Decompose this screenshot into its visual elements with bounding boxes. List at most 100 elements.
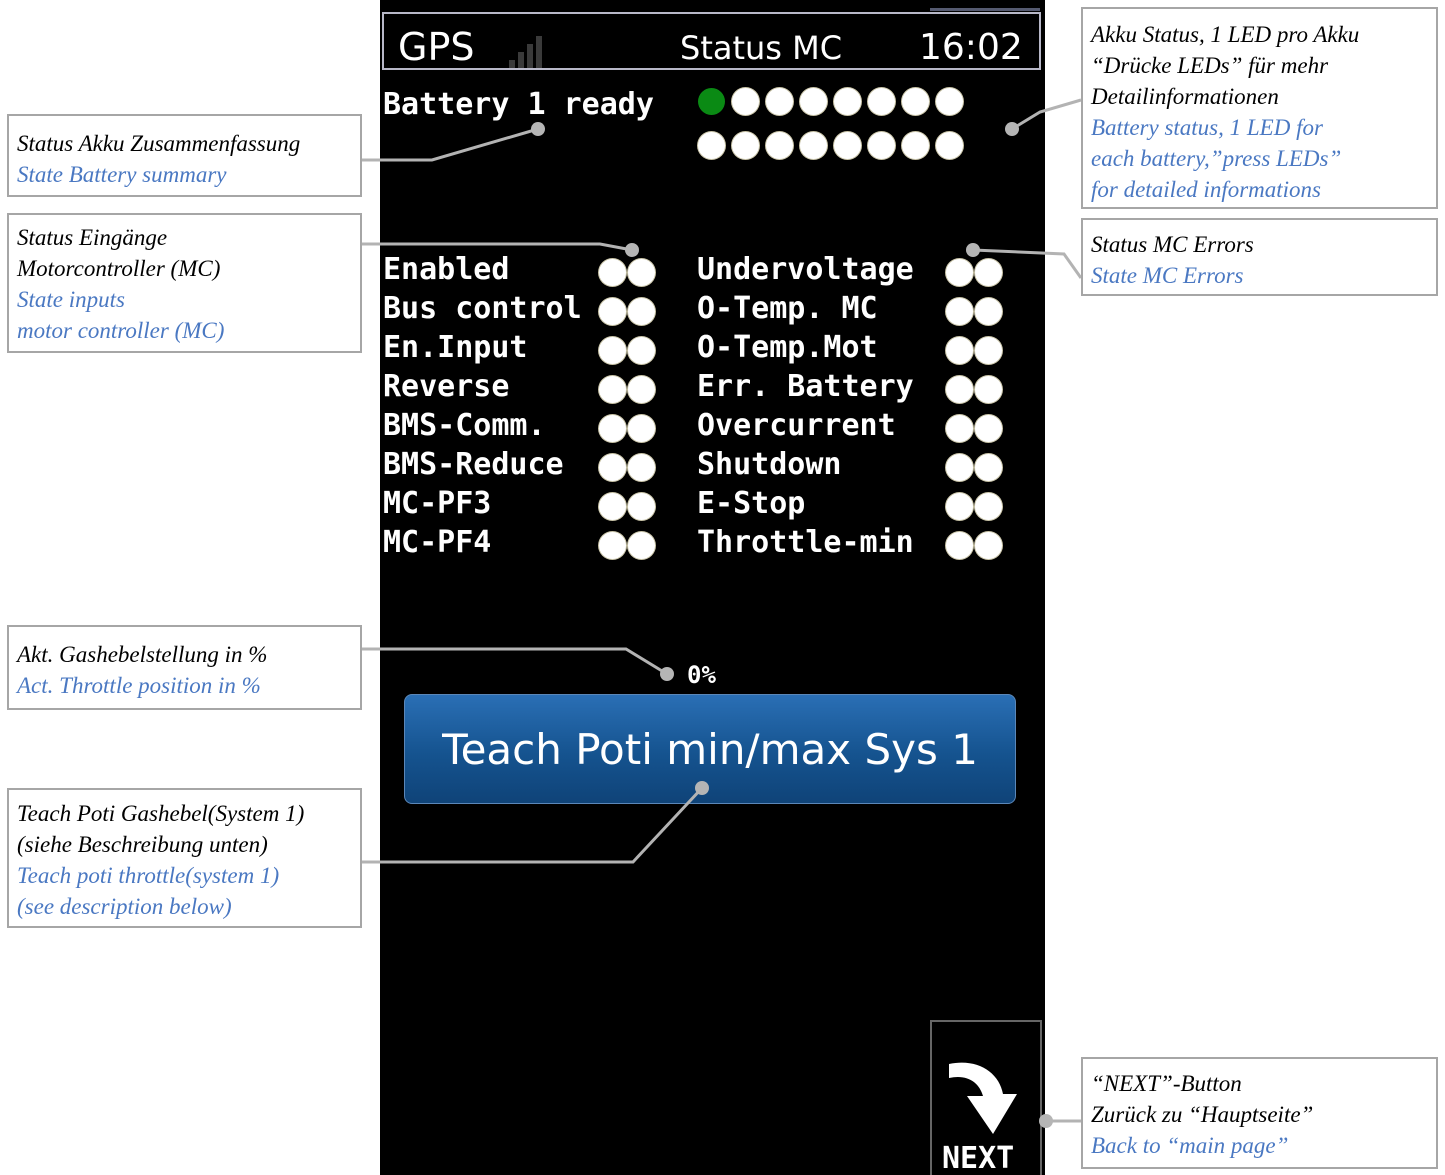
annotation-akku-status: Akku Status, 1 LED pro Akku “Drücke LEDs… (1081, 7, 1438, 209)
battery-led[interactable] (800, 88, 827, 115)
mc-input-led (628, 337, 655, 364)
annotation-de: “NEXT”-Button (1091, 1071, 1242, 1096)
battery-led[interactable] (698, 132, 725, 159)
mc-input-led (628, 298, 655, 325)
next-button[interactable]: NEXT (930, 1020, 1042, 1175)
mc-input-led (628, 454, 655, 481)
clock: 16:02 (919, 27, 1023, 68)
mc-input-label: En.Input (383, 330, 528, 365)
annotation-en: Back to “main page” (1091, 1133, 1289, 1158)
annotation-de: Teach Poti Gashebel(System 1) (17, 801, 305, 826)
battery-led[interactable] (936, 132, 963, 159)
battery-led[interactable] (868, 132, 895, 159)
annotation-throttle: Akt. Gashebelstellung in % Act. Throttle… (7, 625, 362, 710)
battery-led[interactable] (834, 88, 861, 115)
mc-error-led (975, 415, 1002, 442)
annotation-de: Status MC Errors (1091, 232, 1254, 257)
mc-error-led (975, 493, 1002, 520)
mc-error-led (946, 532, 973, 559)
annotation-battery-summary: Status Akku Zusammenfassung State Batter… (7, 114, 362, 197)
mc-error-led (946, 298, 973, 325)
mc-input-led (599, 298, 626, 325)
battery-led[interactable] (732, 88, 759, 115)
battery-led[interactable] (766, 132, 793, 159)
mc-input-led (599, 493, 626, 520)
mc-input-led (599, 532, 626, 559)
annotation-en: State Battery summary (17, 162, 227, 187)
annotation-en: (see description below) (17, 894, 232, 919)
annotation-en: State inputs (17, 287, 125, 312)
teach-poti-button[interactable]: Teach Poti min/max Sys 1 (404, 694, 1016, 804)
battery-led[interactable] (732, 132, 759, 159)
annotation-en: Teach poti throttle(system 1) (17, 863, 280, 888)
battery-led[interactable] (834, 132, 861, 159)
mc-input-led (628, 415, 655, 442)
mc-error-led (946, 337, 973, 364)
mc-error-label: Throttle-min (697, 525, 914, 560)
mc-input-led (599, 337, 626, 364)
mc-error-led (975, 298, 1002, 325)
mc-error-label: Overcurrent (697, 408, 896, 443)
battery-led[interactable] (868, 88, 895, 115)
battery-summary: Battery 1 ready (383, 87, 654, 122)
battery-led-ok[interactable] (698, 88, 725, 115)
battery-led[interactable] (902, 88, 929, 115)
page-title: Status MC (680, 29, 843, 67)
annotation-de: Status Akku Zusammenfassung (17, 131, 301, 156)
battery-led[interactable] (800, 132, 827, 159)
annotation-next: “NEXT”-Button Zurück zu “Hauptseite” Bac… (1081, 1057, 1438, 1169)
battery-led[interactable] (902, 132, 929, 159)
mc-error-label: O-Temp. MC (697, 291, 878, 326)
annotation-de: (siehe Beschreibung unten) (17, 832, 268, 857)
mc-error-led (946, 493, 973, 520)
mc-input-led (628, 259, 655, 286)
annotation-de: Akt. Gashebelstellung in % (17, 642, 268, 667)
annotation-de: “Drücke LEDs” für mehr (1091, 53, 1329, 78)
mc-input-led (599, 259, 626, 286)
throttle-position: 0% (687, 661, 716, 689)
gps-label: GPS (398, 25, 475, 69)
annotation-de: Detailinformationen (1091, 84, 1279, 109)
annotation-en: State MC Errors (1091, 263, 1244, 288)
annotation-de: Motorcontroller (MC) (17, 256, 221, 281)
annotation-de: Zurück zu “Hauptseite” (1091, 1102, 1314, 1127)
device-screen: GPS Status MC 16:02 Battery 1 ready Enab… (380, 0, 1045, 1175)
annotation-en: Act. Throttle position in % (17, 673, 261, 698)
mc-input-label: BMS-Reduce (383, 447, 564, 482)
curved-arrow-icon (949, 1062, 1017, 1134)
mc-error-led (975, 454, 1002, 481)
battery-led[interactable] (766, 88, 793, 115)
gps-signal-icon (509, 34, 551, 68)
header-accent-line (930, 8, 1040, 11)
mc-error-label: Undervoltage (697, 252, 914, 287)
annotation-mc-errors: Status MC Errors State MC Errors (1081, 218, 1438, 296)
annotation-en: Battery status, 1 LED for (1091, 115, 1323, 140)
mc-input-label: BMS-Comm. (383, 408, 546, 443)
mc-error-label: Shutdown (697, 447, 842, 482)
mc-error-led (975, 337, 1002, 364)
mc-error-led (975, 532, 1002, 559)
mc-input-led (628, 532, 655, 559)
mc-input-label: Bus control (383, 291, 582, 326)
mc-error-led (946, 376, 973, 403)
status-header: GPS Status MC 16:02 (382, 12, 1041, 70)
annotation-de: Akku Status, 1 LED pro Akku (1091, 22, 1360, 47)
mc-input-label: Reverse (383, 369, 510, 404)
mc-error-led (946, 415, 973, 442)
annotation-en: motor controller (MC) (17, 318, 225, 343)
next-label: NEXT (942, 1141, 1015, 1175)
battery-led[interactable] (936, 88, 963, 115)
mc-error-label: O-Temp.Mot (697, 330, 878, 365)
mc-input-led (628, 376, 655, 403)
mc-input-led (599, 376, 626, 403)
mc-input-label: Enabled (383, 252, 510, 287)
mc-error-led (946, 259, 973, 286)
mc-input-led (599, 415, 626, 442)
mc-error-label: Err. Battery (697, 369, 914, 404)
mc-input-led (599, 454, 626, 481)
mc-input-label: MC-PF3 (383, 486, 492, 521)
mc-error-led (946, 454, 973, 481)
annotation-en: each battery,”press LEDs” (1091, 146, 1342, 171)
mc-error-led (975, 376, 1002, 403)
mc-error-led (975, 259, 1002, 286)
